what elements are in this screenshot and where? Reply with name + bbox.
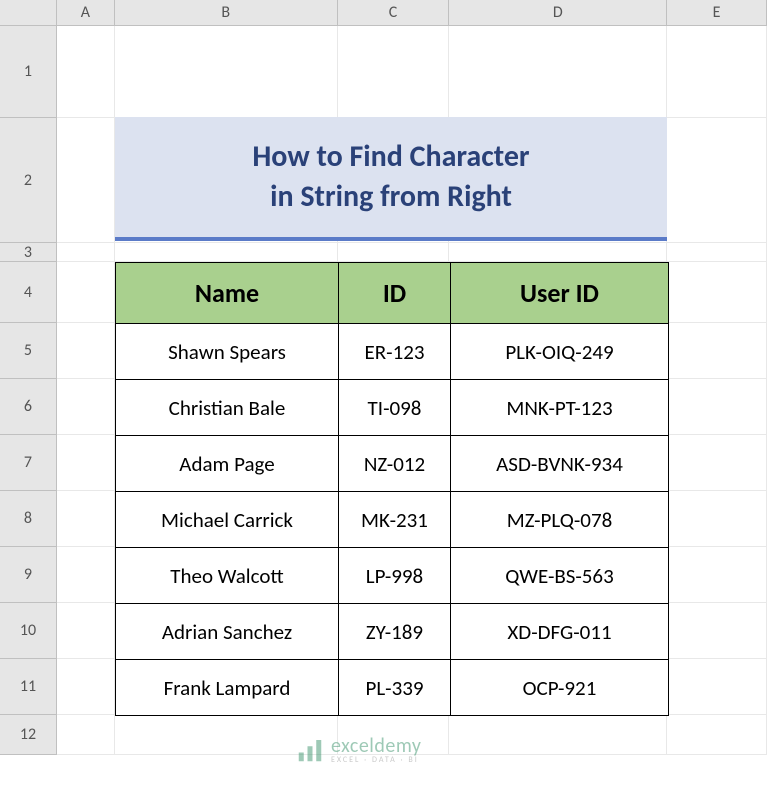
table-row: Frank Lampard PL-339 OCP-921 — [116, 660, 669, 716]
cell-A8[interactable] — [57, 491, 115, 547]
cell-B3[interactable] — [115, 243, 338, 262]
column-header-B[interactable]: B — [115, 0, 338, 25]
chart-icon — [295, 735, 325, 765]
cell-id[interactable]: TI-098 — [339, 380, 451, 436]
table-row: Christian Bale TI-098 MNK-PT-123 — [116, 380, 669, 436]
cell-E6[interactable] — [667, 379, 767, 435]
cell-user-id[interactable]: MZ-PLQ-078 — [451, 492, 669, 548]
cell-name[interactable]: Michael Carrick — [116, 492, 339, 548]
cell-id[interactable]: NZ-012 — [339, 436, 451, 492]
header-user-id[interactable]: User ID — [451, 263, 669, 324]
cell-E10[interactable] — [667, 603, 767, 659]
cell-id[interactable]: MK-231 — [339, 492, 451, 548]
cell-user-id[interactable]: OCP-921 — [451, 660, 669, 716]
cell-A3[interactable] — [57, 243, 115, 262]
cell-user-id[interactable]: PLK-OIQ-249 — [451, 324, 669, 380]
column-header-E[interactable]: E — [667, 0, 767, 25]
cell-name[interactable]: Adrian Sanchez — [116, 604, 339, 660]
cell-E1[interactable] — [667, 26, 767, 118]
cell-user-id[interactable]: ASD-BVNK-934 — [451, 436, 669, 492]
cell-E4[interactable] — [667, 262, 767, 323]
row-header-4[interactable]: 4 — [0, 262, 57, 323]
column-header-C[interactable]: C — [338, 0, 450, 25]
cell-D3[interactable] — [449, 243, 667, 262]
row-header-10[interactable]: 10 — [0, 603, 57, 659]
cell-E7[interactable] — [667, 435, 767, 491]
title-merged-cell[interactable]: How to Find Character in String from Rig… — [115, 117, 667, 241]
table-row: Michael Carrick MK-231 MZ-PLQ-078 — [116, 492, 669, 548]
spreadsheet-grid: A B C D E 1 2 3 4 5 6 7 8 9 10 11 12 How… — [0, 0, 767, 785]
cell-id[interactable]: PL-339 — [339, 660, 451, 716]
cell-B1[interactable] — [115, 26, 338, 118]
title-line2: in String from Right — [270, 177, 512, 218]
cell-E3[interactable] — [667, 243, 767, 262]
select-all-corner[interactable] — [0, 0, 57, 25]
cell-A4[interactable] — [57, 262, 115, 323]
column-headers-row: A B C D E — [0, 0, 767, 26]
cell-C3[interactable] — [338, 243, 450, 262]
cell-E12[interactable] — [667, 715, 767, 755]
cell-A7[interactable] — [57, 435, 115, 491]
cell-name[interactable]: Christian Bale — [116, 380, 339, 436]
watermark-main: exceldemy — [331, 736, 421, 756]
cell-E8[interactable] — [667, 491, 767, 547]
cell-id[interactable]: ZY-189 — [339, 604, 451, 660]
watermark-sub: EXCEL · DATA · BI — [331, 756, 421, 764]
cell-E2[interactable] — [667, 118, 767, 243]
row-header-12[interactable]: 12 — [0, 715, 57, 755]
row-header-9[interactable]: 9 — [0, 547, 57, 603]
cell-A1[interactable] — [57, 26, 115, 118]
cell-D12[interactable] — [449, 715, 667, 755]
cell-D1[interactable] — [449, 26, 667, 118]
cell-A12[interactable] — [57, 715, 115, 755]
cell-name[interactable]: Adam Page — [116, 436, 339, 492]
column-header-D[interactable]: D — [449, 0, 667, 25]
header-name[interactable]: Name — [116, 263, 339, 324]
row-header-3[interactable]: 3 — [0, 243, 57, 262]
data-table: Name ID User ID Shawn Spears ER-123 PLK-… — [115, 262, 669, 716]
watermark: exceldemy EXCEL · DATA · BI — [295, 735, 421, 765]
table-header-row: Name ID User ID — [116, 263, 669, 324]
cell-A9[interactable] — [57, 547, 115, 603]
row-header-5[interactable]: 5 — [0, 323, 57, 379]
table-row: Adam Page NZ-012 ASD-BVNK-934 — [116, 436, 669, 492]
cell-A2[interactable] — [57, 118, 115, 243]
cell-E5[interactable] — [667, 323, 767, 379]
table-row: Theo Walcott LP-998 QWE-BS-563 — [116, 548, 669, 604]
cell-name[interactable]: Frank Lampard — [116, 660, 339, 716]
cell-A10[interactable] — [57, 603, 115, 659]
row-header-11[interactable]: 11 — [0, 659, 57, 715]
row-header-6[interactable]: 6 — [0, 379, 57, 435]
table-row: Adrian Sanchez ZY-189 XD-DFG-011 — [116, 604, 669, 660]
cell-id[interactable]: ER-123 — [339, 324, 451, 380]
row-header-7[interactable]: 7 — [0, 435, 57, 491]
cell-E9[interactable] — [667, 547, 767, 603]
row-header-8[interactable]: 8 — [0, 491, 57, 547]
cell-user-id[interactable]: XD-DFG-011 — [451, 604, 669, 660]
row-header-1[interactable]: 1 — [0, 26, 57, 118]
cell-E11[interactable] — [667, 659, 767, 715]
title-line1: How to Find Character — [252, 137, 529, 178]
cell-name[interactable]: Theo Walcott — [116, 548, 339, 604]
cell-user-id[interactable]: QWE-BS-563 — [451, 548, 669, 604]
table-row: Shawn Spears ER-123 PLK-OIQ-249 — [116, 324, 669, 380]
cell-A6[interactable] — [57, 379, 115, 435]
cell-user-id[interactable]: MNK-PT-123 — [451, 380, 669, 436]
cell-A5[interactable] — [57, 323, 115, 379]
cell-A11[interactable] — [57, 659, 115, 715]
row-header-2[interactable]: 2 — [0, 118, 57, 243]
cell-id[interactable]: LP-998 — [339, 548, 451, 604]
header-id[interactable]: ID — [339, 263, 451, 324]
cell-C1[interactable] — [338, 26, 450, 118]
cell-name[interactable]: Shawn Spears — [116, 324, 339, 380]
column-header-A[interactable]: A — [57, 0, 115, 25]
